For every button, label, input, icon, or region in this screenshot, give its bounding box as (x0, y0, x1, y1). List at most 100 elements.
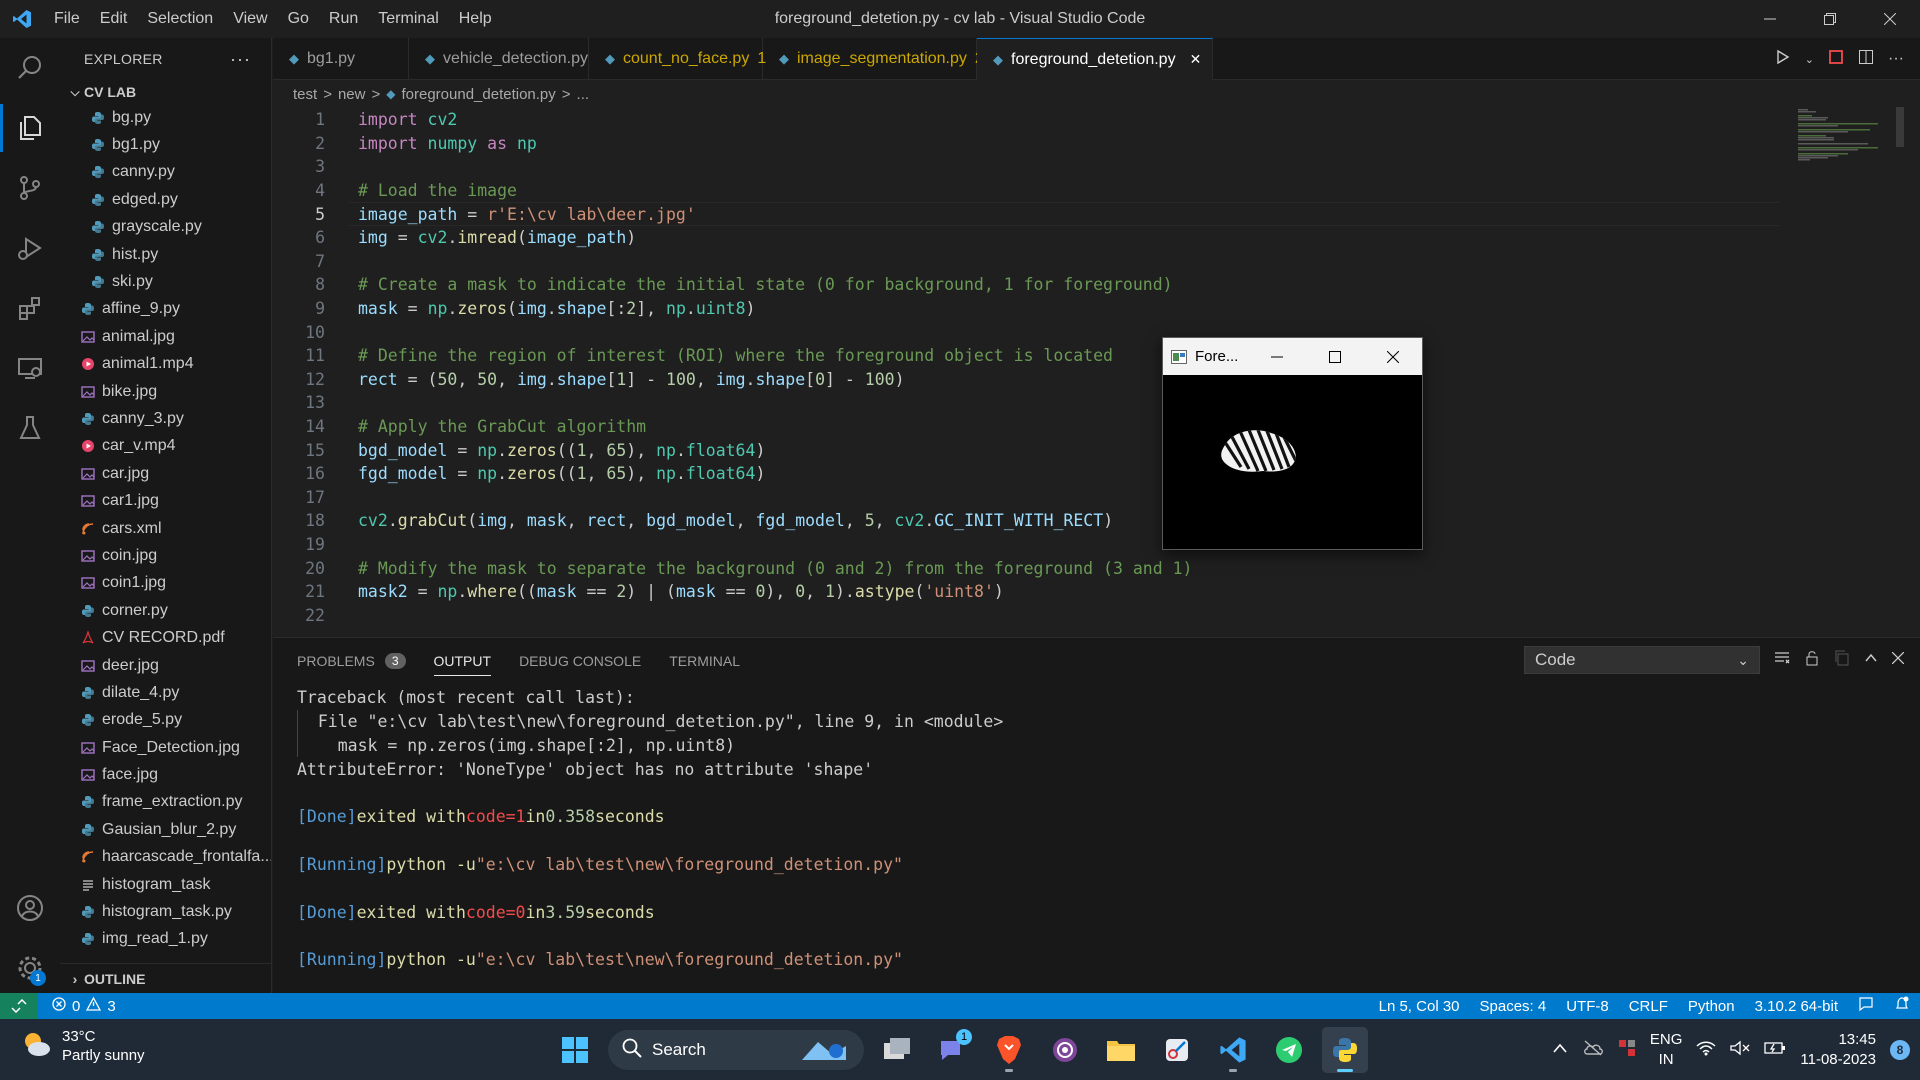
file-item[interactable]: frame_extraction.py (60, 789, 271, 816)
error-count[interactable]: 0 (72, 998, 80, 1015)
chevron-up-icon[interactable] (1552, 1041, 1568, 1058)
file-item[interactable]: canny_3.py (60, 405, 271, 432)
run-file-icon[interactable] (1775, 49, 1791, 70)
copy-output-icon[interactable] (1834, 650, 1850, 671)
code-line[interactable]: 18 cv2.grabCut(img, mask, rect, bgd_model… (273, 509, 1920, 533)
code-line[interactable]: 10 (273, 320, 1920, 344)
outline-section[interactable]: › OUTLINE (60, 963, 271, 993)
file-item[interactable]: dilate_4.py (60, 679, 271, 706)
volume-muted-icon[interactable] (1730, 1040, 1750, 1060)
popup-title-bar[interactable]: Fore... (1163, 338, 1422, 375)
file-item[interactable]: bike.jpg (60, 378, 271, 405)
opencv-image-window[interactable]: Fore... (1162, 337, 1423, 550)
menu-help[interactable]: Help (449, 10, 502, 28)
menu-view[interactable]: View (223, 10, 277, 28)
code-line[interactable]: 5 image_path = r'E:\cv lab\deer.jpg' (273, 202, 1920, 226)
code-line[interactable]: 9 mask = np.zeros(img.shape[:2], np.uint8… (273, 297, 1920, 321)
popup-maximize-button[interactable] (1306, 338, 1364, 375)
folder-cv-lab[interactable]: ⌵ CV LAB (60, 80, 271, 104)
language-mode[interactable]: Python (1678, 998, 1745, 1015)
settings-gear-icon[interactable]: 1 (0, 938, 60, 998)
breadcrumb-file[interactable]: foreground_detetion.py (401, 86, 555, 103)
notification-center-badge[interactable]: 8 (1890, 1039, 1910, 1060)
menu-file[interactable]: File (44, 10, 90, 28)
close-tab-icon[interactable]: ✕ (1190, 51, 1202, 68)
code-line[interactable]: 11 # Define the region of interest (ROI) … (273, 344, 1920, 368)
teams-chat-icon[interactable]: 1 (930, 1027, 976, 1073)
code-editor[interactable]: 1 import cv2 2 import numpy as np 3 4 # Load t… (273, 107, 1920, 637)
snipping-tool-icon[interactable] (1154, 1027, 1200, 1073)
code-line[interactable]: 15 bgd_model = np.zeros((1, 65), np.float… (273, 438, 1920, 462)
split-editor-icon[interactable] (1858, 49, 1874, 70)
minimap[interactable] (1784, 107, 1904, 177)
file-item[interactable]: car.jpg (60, 460, 271, 487)
output-log[interactable]: Traceback (most recent call last): File … (297, 686, 1003, 972)
code-line[interactable]: 6 img = cv2.imread(image_path) (273, 226, 1920, 250)
explorer-icon[interactable] (0, 98, 60, 158)
code-line[interactable]: 12 rect = (50, 50, img.shape[1] - 100, im… (273, 368, 1920, 392)
feedback-icon[interactable] (1848, 996, 1884, 1016)
code-line[interactable]: 16 fgd_model = np.zeros((1, 65), np.float… (273, 462, 1920, 486)
indentation[interactable]: Spaces: 4 (1470, 998, 1557, 1015)
python-interpreter[interactable]: 3.10.2 64-bit (1745, 998, 1848, 1015)
file-item[interactable]: bg.py (60, 104, 271, 131)
tab-bg1-py[interactable]: ◆ bg1.py (273, 38, 409, 80)
search-icon[interactable] (0, 38, 60, 98)
breadcrumb-symbols[interactable]: ... (577, 86, 590, 103)
code-line[interactable]: 13 (273, 391, 1920, 415)
more-editor-actions-icon[interactable]: ··· (1888, 50, 1904, 68)
file-item[interactable]: CV RECORD.pdf (60, 624, 271, 651)
python-app-icon[interactable] (1322, 1027, 1368, 1073)
file-item[interactable]: ski.py (60, 268, 271, 295)
code-line[interactable]: 19 (273, 533, 1920, 557)
tor-browser-icon[interactable] (1042, 1027, 1088, 1073)
panel-tab-debug-console[interactable]: DEBUG CONSOLE (519, 638, 641, 684)
code-line[interactable]: 2 import numpy as np (273, 132, 1920, 156)
file-item[interactable]: coin.jpg (60, 542, 271, 569)
file-item[interactable]: histogram_task.py (60, 898, 271, 925)
menu-run[interactable]: Run (319, 10, 368, 28)
menu-selection[interactable]: Selection (137, 10, 223, 28)
file-item[interactable]: corner.py (60, 597, 271, 624)
breadcrumb-test[interactable]: test (293, 86, 317, 103)
menu-edit[interactable]: Edit (90, 10, 138, 28)
system-clock[interactable]: 13:45 11-08-2023 (1800, 1030, 1876, 1070)
code-line[interactable]: 8 # Create a mask to indicate the initial… (273, 273, 1920, 297)
menu-terminal[interactable]: Terminal (368, 10, 448, 28)
file-item[interactable]: grayscale.py (60, 214, 271, 241)
error-icon[interactable] (52, 997, 66, 1015)
brave-browser-icon[interactable] (986, 1027, 1032, 1073)
wifi-icon[interactable] (1696, 1040, 1716, 1060)
weather-widget[interactable]: 33°C Partly sunny (20, 1027, 145, 1065)
maximize-panel-icon[interactable] (1864, 651, 1878, 670)
code-line[interactable]: 20 # Modify the mask to separate the back… (273, 556, 1920, 580)
tab-image-segmentation-py[interactable]: ◆image_segmentation.py2 (763, 38, 984, 80)
run-dropdown-chevron-icon[interactable]: ⌄ (1805, 53, 1814, 66)
popup-minimize-button[interactable] (1248, 338, 1306, 375)
line-ending[interactable]: CRLF (1619, 998, 1678, 1015)
notifications-bell-icon[interactable] (1884, 996, 1920, 1016)
file-item[interactable]: car_v.mp4 (60, 433, 271, 460)
task-view-icon[interactable] (874, 1027, 920, 1073)
stop-icon[interactable] (1828, 49, 1844, 70)
taskbar-search[interactable]: Search (608, 1030, 864, 1070)
breadcrumb-new[interactable]: new (338, 86, 366, 103)
file-item[interactable]: Gausian_blur_2.py (60, 816, 271, 843)
cloud-offline-icon[interactable] (1582, 1039, 1604, 1060)
panel-tab-terminal[interactable]: TERMINAL (669, 638, 740, 684)
warning-count[interactable]: 3 (107, 998, 115, 1015)
panel-tab-output[interactable]: OUTPUT (433, 638, 491, 684)
file-item[interactable]: face.jpg (60, 761, 271, 788)
file-item[interactable]: animal1.mp4 (60, 351, 271, 378)
remote-explorer-icon[interactable] (0, 338, 60, 398)
file-item[interactable]: canny.py (60, 159, 271, 186)
battery-icon[interactable] (1764, 1041, 1786, 1059)
file-item[interactable]: animal.jpg (60, 323, 271, 350)
file-item[interactable]: histogram_task (60, 871, 271, 898)
extensions-icon[interactable] (0, 278, 60, 338)
menu-go[interactable]: Go (278, 10, 319, 28)
code-line[interactable]: 14 # Apply the GrabCut algorithm (273, 415, 1920, 439)
account-icon[interactable] (0, 878, 60, 938)
run-debug-icon[interactable] (0, 218, 60, 278)
cursor-position[interactable]: Ln 5, Col 30 (1369, 998, 1470, 1015)
